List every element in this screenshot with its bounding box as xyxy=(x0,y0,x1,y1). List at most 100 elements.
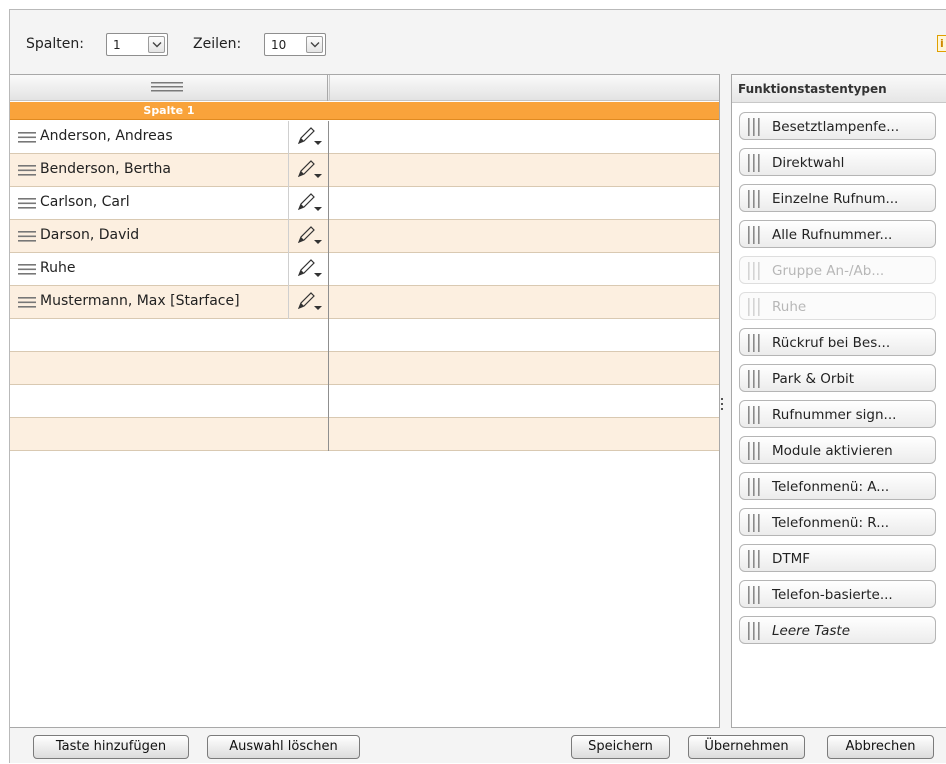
key-cell[interactable]: Mustermann, Max [Starface] xyxy=(10,286,329,319)
function-key-type-item[interactable]: Module aktivieren xyxy=(739,436,936,464)
edit-key-button[interactable] xyxy=(288,286,329,319)
key-cell[interactable]: Benderson, Bertha xyxy=(10,154,329,187)
drag-handle-icon[interactable] xyxy=(18,297,36,308)
add-key-button[interactable]: Taste hinzufügen xyxy=(33,735,189,759)
pencil-icon[interactable] xyxy=(295,259,323,279)
function-key-type-item[interactable]: Park & Orbit xyxy=(739,364,936,392)
function-key-types-panel: Funktionstastentypen Besetztlampenfe... D… xyxy=(731,74,946,728)
edit-key-button[interactable] xyxy=(288,220,329,253)
function-key-type-label: Gruppe An-/Ab... xyxy=(772,263,885,279)
function-key-type-label: Telefon-basierte... xyxy=(772,587,893,603)
pencil-icon[interactable] xyxy=(295,160,323,180)
function-key-type-label: Direktwahl xyxy=(772,155,845,171)
column-title-bar: Spalte 1 xyxy=(10,102,719,120)
table-row[interactable] xyxy=(10,352,719,385)
columns-select[interactable]: 1 xyxy=(106,33,168,56)
table-row[interactable]: Ruhe xyxy=(10,253,719,286)
drag-handle-icon[interactable] xyxy=(18,264,36,275)
panel-resize-handle[interactable] xyxy=(721,395,725,419)
drag-handle-icon[interactable] xyxy=(18,132,36,143)
grip-icon[interactable] xyxy=(747,370,761,388)
function-key-type-item[interactable]: Rückruf bei Bes... xyxy=(739,328,936,356)
edit-key-button[interactable] xyxy=(288,154,329,187)
key-label: Anderson, Andreas xyxy=(40,128,173,144)
edit-key-button[interactable] xyxy=(288,253,329,286)
table-row[interactable] xyxy=(10,418,719,451)
drag-handle-icon[interactable] xyxy=(18,165,36,176)
function-key-type-label: Rückruf bei Bes... xyxy=(772,335,891,351)
key-cell[interactable]: Darson, David xyxy=(10,220,329,253)
toolbar: Spalten: 1 Zeilen: 10 i xyxy=(10,10,946,74)
function-key-type-item[interactable]: Alle Rufnummer... xyxy=(739,220,936,248)
grip-icon[interactable] xyxy=(747,478,761,496)
key-label: Carlson, Carl xyxy=(40,194,130,210)
function-key-type-item[interactable]: Einzelne Rufnum... xyxy=(739,184,936,212)
function-key-type-label: Park & Orbit xyxy=(772,371,855,387)
grip-icon[interactable] xyxy=(747,550,761,568)
function-key-type-label: Einzelne Rufnum... xyxy=(772,191,899,207)
grip-icon[interactable] xyxy=(747,190,761,208)
function-key-type-label: Alle Rufnummer... xyxy=(772,227,893,243)
grip-icon[interactable] xyxy=(747,514,761,532)
function-key-type-label: Rufnummer sign... xyxy=(772,407,897,423)
function-key-type-item[interactable]: Besetztlampenfe... xyxy=(739,112,936,140)
function-key-type-label: Module aktivieren xyxy=(772,443,893,459)
chevron-down-icon[interactable] xyxy=(306,36,323,53)
function-key-type-item[interactable]: Telefon-basierte... xyxy=(739,580,936,608)
table-row[interactable]: Darson, David xyxy=(10,220,719,253)
grip-icon xyxy=(748,298,760,316)
function-key-type-item[interactable]: Telefonmenü: R... xyxy=(739,508,936,536)
key-cell[interactable]: Ruhe xyxy=(10,253,329,286)
function-key-type-item: Ruhe xyxy=(739,292,936,320)
drag-handle-icon[interactable] xyxy=(18,198,36,209)
grip-icon[interactable] xyxy=(747,442,761,460)
function-key-type-item[interactable]: Leere Taste xyxy=(739,616,936,644)
grip-icon[interactable] xyxy=(747,622,761,640)
key-cell[interactable]: Carlson, Carl xyxy=(10,187,329,220)
function-key-type-item[interactable]: Direktwahl xyxy=(739,148,936,176)
table-row[interactable]: Carlson, Carl xyxy=(10,187,719,220)
rows-select[interactable]: 10 xyxy=(264,33,326,56)
column-header-1[interactable] xyxy=(10,75,328,101)
table-row[interactable]: Benderson, Bertha xyxy=(10,154,719,187)
grip-icon[interactable] xyxy=(747,334,761,352)
table-row[interactable]: Anderson, Andreas xyxy=(10,121,719,154)
clear-selection-button[interactable]: Auswahl löschen xyxy=(207,735,360,759)
function-key-type-item[interactable]: Rufnummer sign... xyxy=(739,400,936,428)
key-grid: Spalte 1 Anderson, Andreas Benderson, Be… xyxy=(10,74,720,728)
edit-key-button[interactable] xyxy=(288,121,329,154)
function-key-type-item[interactable]: Telefonmenü: A... xyxy=(739,472,936,500)
table-row[interactable] xyxy=(10,385,719,418)
pencil-icon[interactable] xyxy=(295,292,323,312)
save-button[interactable]: Speichern xyxy=(571,735,670,759)
pencil-icon[interactable] xyxy=(295,127,323,147)
apply-button[interactable]: Übernehmen xyxy=(688,735,805,759)
cancel-button[interactable]: Abbrechen xyxy=(827,735,934,759)
table-row[interactable]: Mustermann, Max [Starface] xyxy=(10,286,719,319)
drag-handle-icon[interactable] xyxy=(18,231,36,242)
table-row[interactable] xyxy=(10,319,719,352)
pencil-icon[interactable] xyxy=(295,193,323,213)
function-key-type-item[interactable]: DTMF xyxy=(739,544,936,572)
grip-icon[interactable] xyxy=(747,586,761,604)
grip-icon[interactable] xyxy=(747,154,761,172)
grip-icon[interactable] xyxy=(747,406,761,424)
pencil-icon[interactable] xyxy=(295,226,323,246)
column-drag-handle-icon[interactable] xyxy=(151,82,183,92)
function-key-type-label: Leere Taste xyxy=(772,623,851,639)
grip-icon[interactable] xyxy=(747,226,761,244)
edit-key-button[interactable] xyxy=(288,187,329,220)
key-cell[interactable] xyxy=(10,418,329,451)
chevron-down-icon[interactable] xyxy=(148,36,165,53)
column-header-2 xyxy=(329,75,719,101)
grip-icon[interactable] xyxy=(747,118,761,136)
key-cell[interactable]: Anderson, Andreas xyxy=(10,121,329,154)
function-key-type-item: Gruppe An-/Ab... xyxy=(739,256,936,284)
function-key-type-label: DTMF xyxy=(772,551,811,567)
key-cell[interactable] xyxy=(10,352,329,385)
key-cell[interactable] xyxy=(10,385,329,418)
info-icon[interactable]: i xyxy=(937,35,946,52)
key-cell[interactable] xyxy=(10,319,329,352)
grip-icon xyxy=(748,262,760,280)
key-label: Darson, David xyxy=(40,227,140,243)
